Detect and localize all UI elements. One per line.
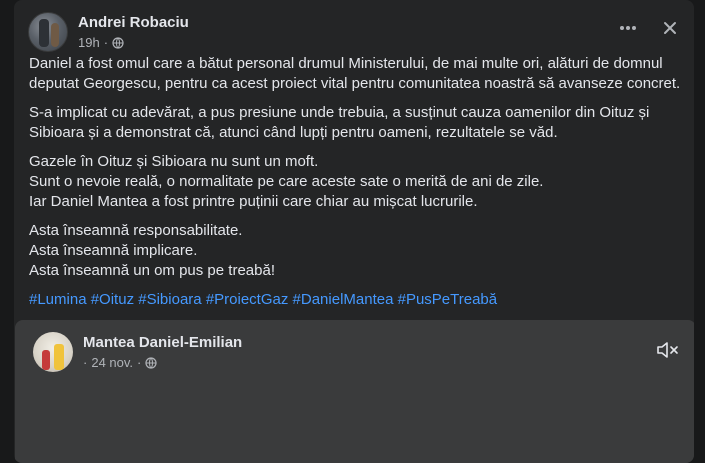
close-icon[interactable] <box>656 14 684 42</box>
author-name[interactable]: Andrei Robaciu <box>78 13 189 32</box>
post-time[interactable]: 19h <box>78 34 100 51</box>
text-line: Daniel a fost omul care a bătut personal… <box>29 55 663 72</box>
shared-author-meta: Mantea Daniel-Emilian · 24 nov. · <box>83 333 242 371</box>
post-header: Andrei Robaciu 19h · <box>28 12 189 52</box>
hashtag-list: #Lumina #Oituz #Sibioara #ProiectGaz #Da… <box>29 290 684 310</box>
text-line: Iar Daniel Mantea a fost printre puținii… <box>29 193 478 210</box>
globe-icon <box>145 356 157 369</box>
shared-post-subline: · 24 nov. · <box>83 354 242 371</box>
paragraph: Gazele în Oituz și Sibioara nu sunt un m… <box>29 152 684 212</box>
author-avatar[interactable] <box>28 12 68 52</box>
shared-author-name[interactable]: Mantea Daniel-Emilian <box>83 333 242 352</box>
hashtag-link[interactable]: #PusPeTreabă <box>398 291 498 308</box>
hashtag-link[interactable]: #Oituz <box>91 291 134 308</box>
text-line: Gazele în Oituz și Sibioara nu sunt un m… <box>29 153 319 170</box>
text-line: deputat Georgescu, pentru ca acest proie… <box>29 75 681 92</box>
paragraph: S-a implicat cu adevărat, a pus presiune… <box>29 103 684 143</box>
text-line: Asta înseamnă implicare. <box>29 242 198 259</box>
hashtag-link[interactable]: #DanielMantea <box>293 291 394 308</box>
more-horizontal-icon[interactable] <box>614 14 642 42</box>
text-line: Sunt o nevoie reală, o normalitate pe ca… <box>29 173 544 190</box>
shared-author-avatar[interactable] <box>33 332 73 372</box>
text-line: Asta înseamnă un om pus pe treabă! <box>29 262 275 279</box>
paragraph: Daniel a fost omul care a bătut personal… <box>29 54 684 94</box>
post-actions <box>614 14 684 42</box>
separator-dot: · <box>137 355 142 370</box>
hashtag-link[interactable]: #ProiectGaz <box>206 291 289 308</box>
text-line: Sibioara și a demonstrat că, atunci când… <box>29 124 558 141</box>
shared-post[interactable]: Mantea Daniel-Emilian · 24 nov. · <box>15 320 694 463</box>
post-text: Daniel a fost omul care a bătut personal… <box>29 54 684 310</box>
paragraph: Asta înseamnă responsabilitate. Asta îns… <box>29 221 684 281</box>
author-meta: Andrei Robaciu 19h · <box>78 13 189 51</box>
text-line: S-a implicat cu adevărat, a pus presiune… <box>29 104 650 121</box>
shared-post-header: Mantea Daniel-Emilian · 24 nov. · <box>33 332 242 372</box>
globe-icon <box>112 36 124 49</box>
post-card: Andrei Robaciu 19h · Daniel a fost omul … <box>14 0 694 463</box>
text-line: Asta înseamnă responsabilitate. <box>29 222 243 239</box>
separator-dot: · <box>83 355 88 370</box>
separator-dot: · <box>103 35 109 50</box>
shared-post-date[interactable]: 24 nov. <box>91 354 133 371</box>
hashtag-link[interactable]: #Sibioara <box>138 291 201 308</box>
post-subline: 19h · <box>78 34 189 51</box>
hashtag-link[interactable]: #Lumina <box>29 291 87 308</box>
volume-muted-icon[interactable] <box>656 340 680 360</box>
